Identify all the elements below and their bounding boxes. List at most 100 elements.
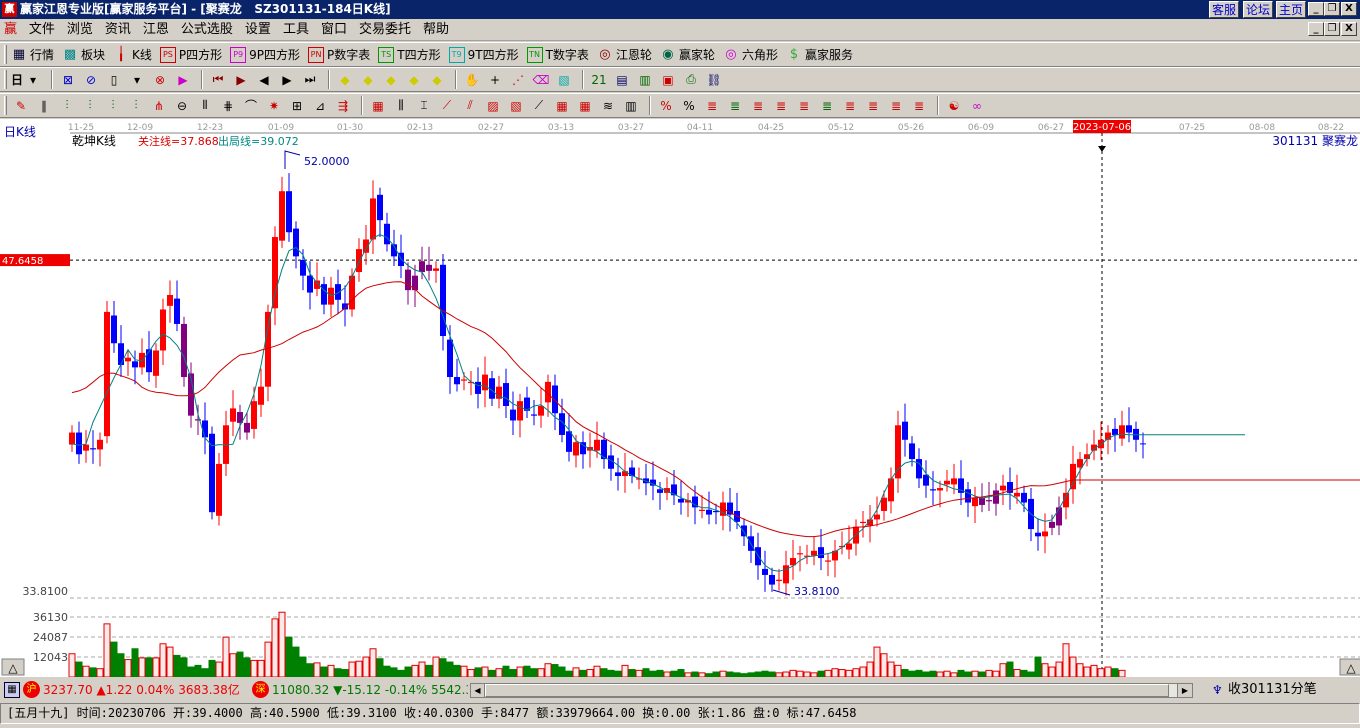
ruler-icon[interactable]: ▥ (621, 96, 641, 116)
toolbar-button-hexagon[interactable]: ◎ 六角形 (723, 46, 778, 63)
channel-icon[interactable]: ⫽ (460, 96, 480, 116)
scroll-thumb[interactable] (485, 684, 1169, 697)
print-icon[interactable]: ⎙ (681, 70, 701, 90)
arrows-icon[interactable]: ⇶ (333, 96, 353, 116)
angle-icon[interactable]: ⊿ (310, 96, 330, 116)
quote-table-icon[interactable]: ▦ (4, 682, 20, 698)
kline-chart[interactable]: 11-25 12-09 12-23 01-09 01-30 02-13 02-27 03-13… (0, 119, 1360, 678)
crosshair-icon[interactable]: + (485, 70, 505, 90)
percent-line-icon[interactable]: % (656, 96, 676, 116)
fib-icon[interactable]: ⋔ (149, 96, 169, 116)
diamond-1-icon[interactable]: ◆ (335, 70, 355, 90)
menu-item-2[interactable]: 资讯 (99, 19, 137, 41)
gann-line-7-icon[interactable]: ≣ (840, 96, 860, 116)
menu-item-1[interactable]: 浏览 (61, 19, 99, 41)
grid3-icon[interactable]: ▦ (552, 96, 572, 116)
erase-icon[interactable]: ⌫ (531, 70, 551, 90)
arc-icon[interactable]: ⌒ (241, 96, 261, 116)
fan-2-icon[interactable]: ⫶ (80, 96, 100, 116)
next-icon[interactable]: ▶ (277, 70, 297, 90)
period-dropdown-icon[interactable]: ▾ (23, 70, 43, 90)
trend-icon[interactable]: ⟋ (437, 96, 457, 116)
chart-icon[interactable]: ⊠ (58, 70, 78, 90)
table-icon[interactable]: ▥ (635, 70, 655, 90)
lines-icon[interactable]: ≋ (598, 96, 618, 116)
grid4-icon[interactable]: ▦ (575, 96, 595, 116)
customer-service-link[interactable]: 客服 (1209, 1, 1240, 18)
gann-line-3-icon[interactable]: ≣ (748, 96, 768, 116)
homepage-link[interactable]: 主页 (1276, 1, 1307, 18)
dropdown-icon[interactable]: ▾ (127, 70, 147, 90)
square2-icon[interactable]: ▨ (483, 96, 503, 116)
toolbar-grip[interactable] (4, 96, 7, 115)
menu-item-0[interactable]: 文件 (23, 19, 61, 41)
gann-line-5-icon[interactable]: ≣ (794, 96, 814, 116)
menu-item-3[interactable]: 江恩 (137, 19, 175, 41)
flag-icon[interactable]: ▶ (173, 70, 193, 90)
toolbar-button-kline[interactable]: ╽ K线 (113, 46, 152, 63)
calc-icon[interactable]: ▤ (612, 70, 632, 90)
toolbar-button-ps[interactable]: PS P四方形 (159, 46, 222, 63)
box-icon[interactable]: ▦ (368, 96, 388, 116)
fan-1-icon[interactable]: ⫶ (57, 96, 77, 116)
first-icon[interactable]: ⏮ (208, 70, 228, 90)
toolbar-button-dollar[interactable]: $ 赢家服务 (786, 46, 853, 63)
toolbar-button-grid[interactable]: ▦ 行情 (11, 46, 54, 63)
menu-item-5[interactable]: 设置 (239, 19, 277, 41)
fan-4-icon[interactable]: ⫶ (126, 96, 146, 116)
menu-item-4[interactable]: 公式选股 (175, 19, 239, 41)
close-button[interactable]: X (1341, 2, 1357, 16)
gann-line-4-icon[interactable]: ≣ (771, 96, 791, 116)
child-minimize-button[interactable]: _ (1308, 22, 1324, 36)
toolbar-button-blocks[interactable]: ▩ 板块 (62, 46, 105, 63)
menu-item-7[interactable]: 窗口 (315, 19, 353, 41)
line-icon[interactable]: ⋰ (508, 70, 528, 90)
cycle-icon[interactable]: ⫼ (391, 96, 411, 116)
diamond-2-icon[interactable]: ◆ (358, 70, 378, 90)
toolbar-button-pn[interactable]: PN P数字表 (308, 46, 370, 63)
toolbar-button-p9[interactable]: P9 9P四方形 (230, 46, 300, 63)
bars-icon[interactable]: ⦀ (195, 96, 215, 116)
toolbar-grip[interactable] (4, 70, 7, 89)
fan-3-icon[interactable]: ⫶ (103, 96, 123, 116)
pen-icon[interactable]: ✎ (11, 96, 31, 116)
toolbar-grip[interactable] (4, 45, 7, 64)
last-icon[interactable]: ⏭ (300, 70, 320, 90)
toolbar-button-t9[interactable]: T9 9T四方形 (448, 46, 519, 63)
forum-link[interactable]: 论坛 (1243, 1, 1274, 18)
menu-item-8[interactable]: 交易委托 (353, 19, 417, 41)
gann-line-6-icon[interactable]: ≣ (817, 96, 837, 116)
gann-line-8-icon[interactable]: ≣ (863, 96, 883, 116)
toolbar-button-gann-wheel[interactable]: ◎ 江恩轮 (597, 46, 652, 63)
toolbar-button-winner-wheel[interactable]: ◉ 赢家轮 (660, 46, 715, 63)
percent-icon[interactable]: % (679, 96, 699, 116)
app-menu-icon[interactable]: 赢 (0, 19, 19, 41)
toolbar-button-ts[interactable]: TS T四方形 (378, 46, 441, 63)
diamond-3-icon[interactable]: ◆ (381, 70, 401, 90)
parallel-icon[interactable]: ∥ (34, 96, 54, 116)
infinity-icon[interactable]: ∞ (967, 96, 987, 116)
gann-line-10-icon[interactable]: ≣ (909, 96, 929, 116)
shenzhen-index-value[interactable]: 11080.32 ▼-15.12 -0.14% 5542.3 (272, 680, 468, 700)
diamond-5-icon[interactable]: ◆ (427, 70, 447, 90)
grid2-icon[interactable]: ⋕ (218, 96, 238, 116)
tick-detail-label[interactable]: 收301131分笔 (1228, 680, 1317, 700)
toolbar-button-tn[interactable]: TN T数字表 (526, 46, 589, 63)
pattern-icon[interactable]: ▧ (554, 70, 574, 90)
diamond-4-icon[interactable]: ◆ (404, 70, 424, 90)
gann-line-1-icon[interactable]: ≣ (702, 96, 722, 116)
horizontal-scrollbar[interactable]: ◀ ▶ (470, 683, 1193, 698)
scroll-right-button[interactable]: ▶ (1177, 684, 1192, 697)
yinyang-icon[interactable]: ☯ (944, 96, 964, 116)
wheel-icon[interactable]: ✷ (264, 96, 284, 116)
column-icon[interactable]: ⌶ (414, 96, 434, 116)
hand-icon[interactable]: ✋ (462, 70, 482, 90)
child-restore-button[interactable]: ❐ (1324, 22, 1340, 36)
num-21-icon[interactable]: 21 (589, 70, 609, 90)
candle-icon[interactable]: ▯ (104, 70, 124, 90)
circle-icon[interactable]: ⊖ (172, 96, 192, 116)
gann-line-9-icon[interactable]: ≣ (886, 96, 906, 116)
play-icon[interactable]: ▶ (231, 70, 251, 90)
zoom-icon[interactable]: ⊘ (81, 70, 101, 90)
speed-icon[interactable]: ⟋ (529, 96, 549, 116)
